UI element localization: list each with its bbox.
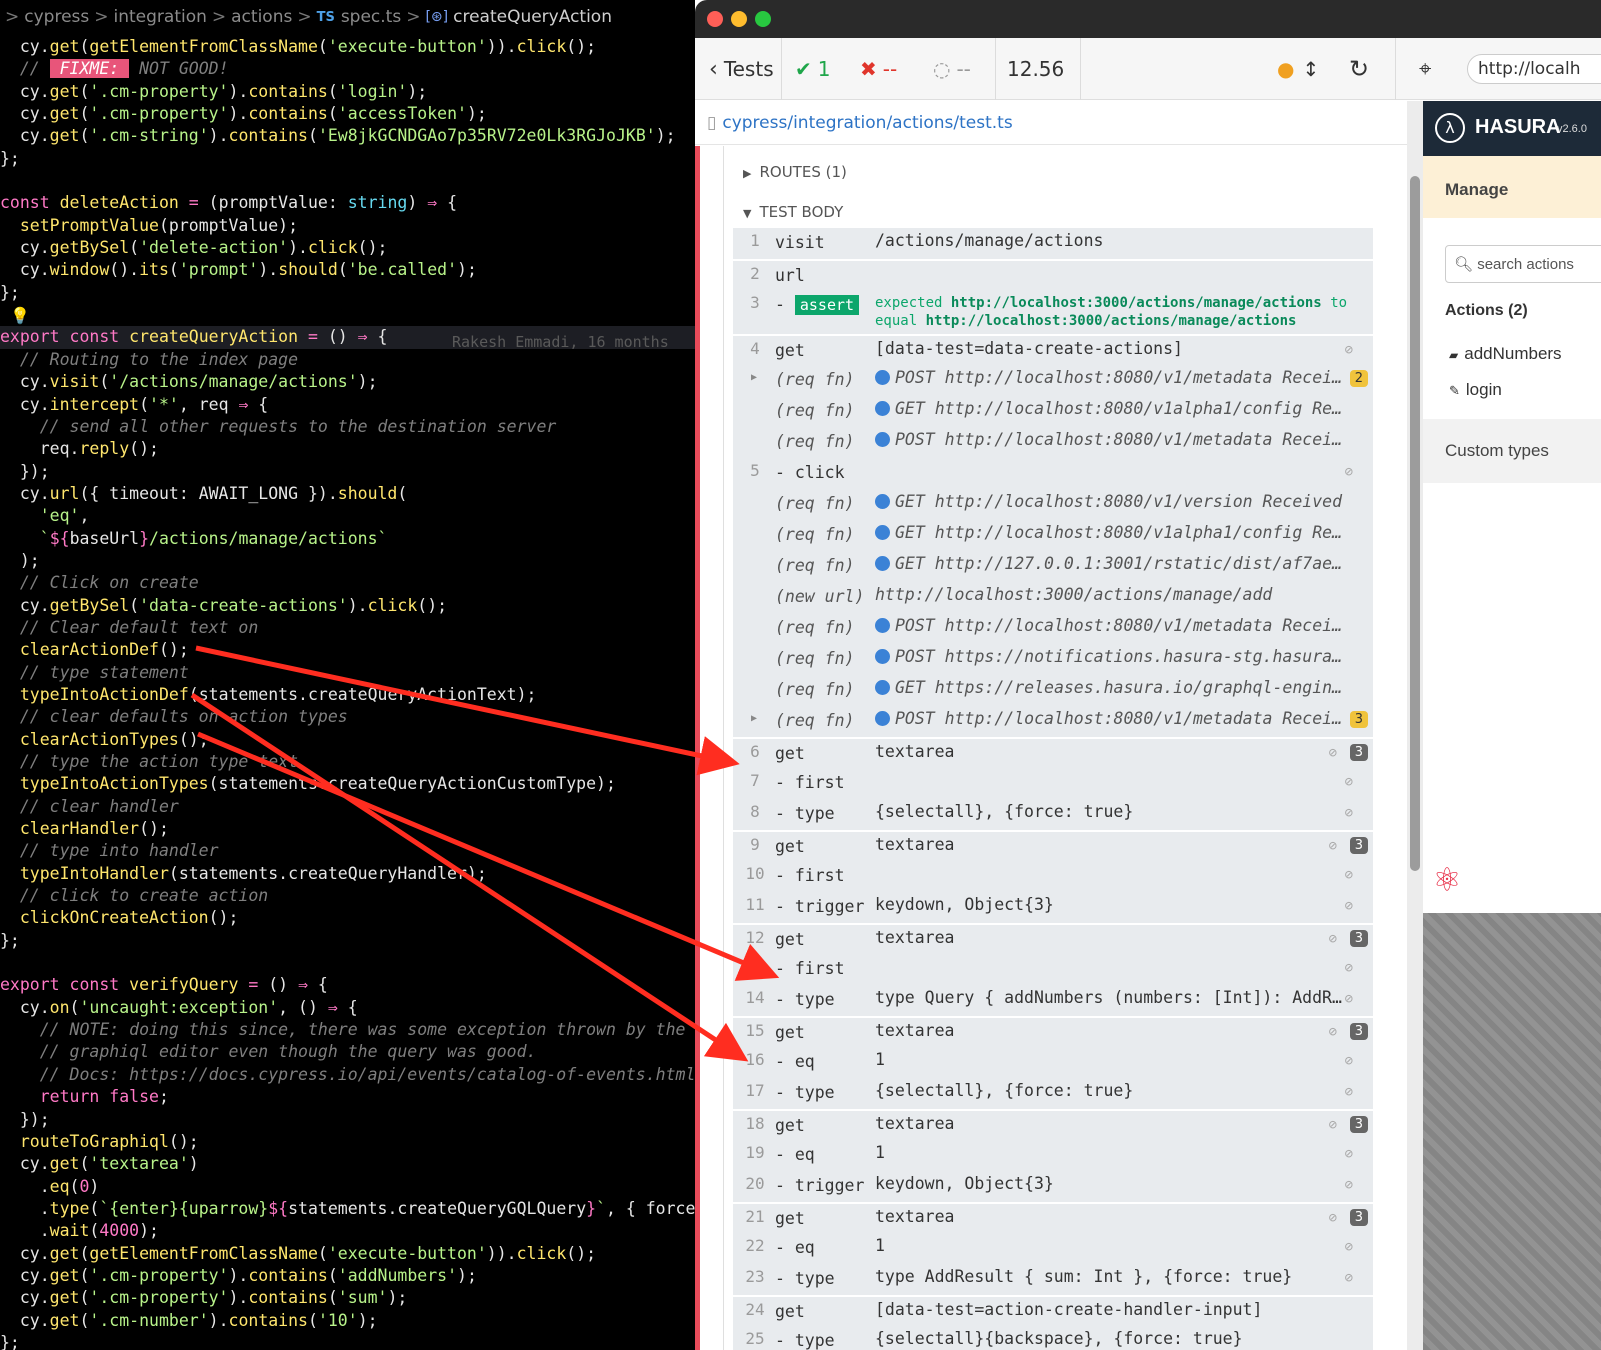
arrow-clear-action-def [195,645,740,776]
annotation-arrows [190,645,780,1062]
arrow-clear-action-types [197,731,780,981]
arrow-clear-handler [190,692,749,1062]
